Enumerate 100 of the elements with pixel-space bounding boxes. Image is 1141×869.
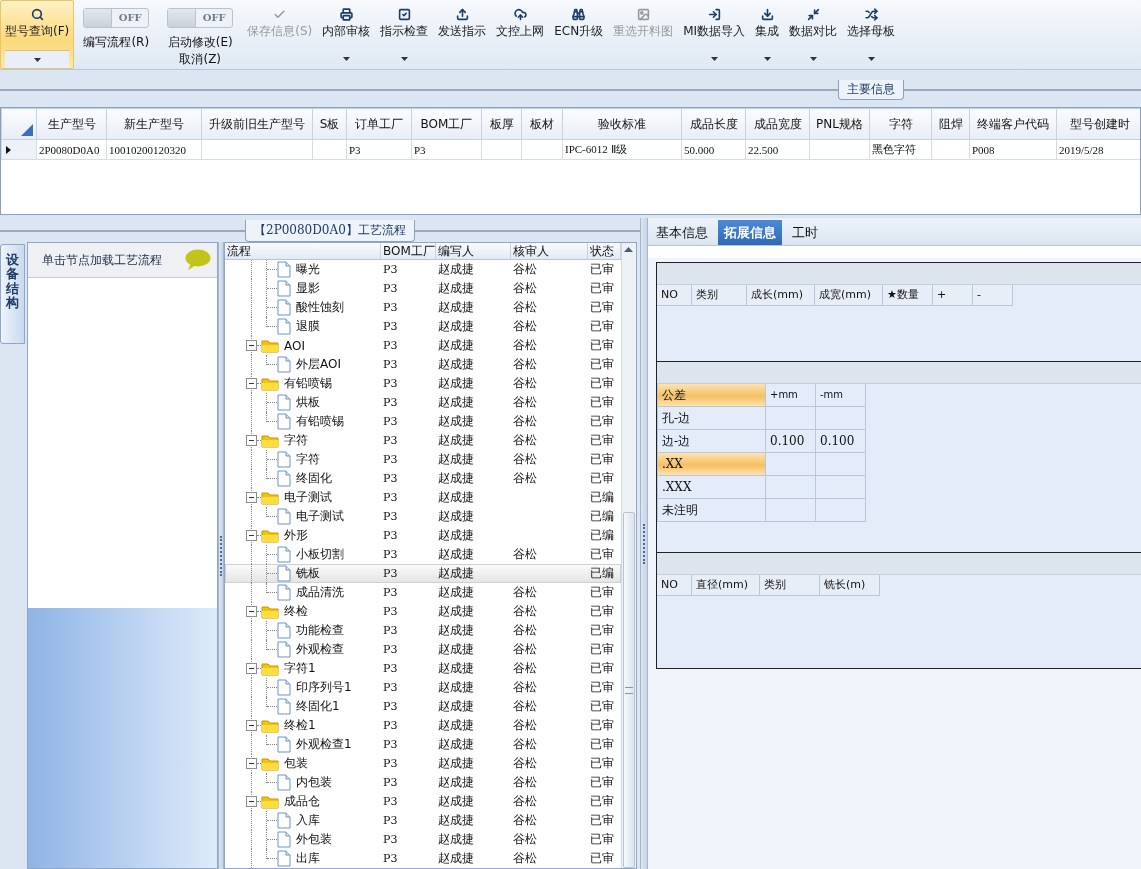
folder-icon bbox=[261, 490, 279, 505]
tree-row[interactable]: 字符 P3 赵成捷 谷松 已审 bbox=[225, 431, 621, 450]
tree-row[interactable]: 烘板 P3 赵成捷 谷松 已审 bbox=[225, 393, 621, 412]
collapse-icon[interactable] bbox=[246, 435, 257, 446]
tree-row[interactable]: 外观检查 P3 赵成捷 谷松 已审 bbox=[225, 640, 621, 659]
column-header[interactable]: 新生产型号 bbox=[106, 108, 202, 140]
tree-row[interactable]: 包装 P3 赵成捷 谷松 已审 bbox=[225, 754, 621, 773]
status-cell-text: 已审 bbox=[589, 394, 615, 411]
toggle-switch[interactable]: OFF bbox=[83, 8, 150, 28]
collapse-icon[interactable] bbox=[246, 530, 257, 541]
tree-row[interactable]: 成品清洗 P3 赵成捷 谷松 已审 bbox=[225, 583, 621, 602]
tolerance-label[interactable]: 边-边 bbox=[658, 430, 766, 453]
tolerance-label[interactable]: .XXX bbox=[658, 476, 766, 499]
tolerance-label[interactable]: 未注明 bbox=[658, 499, 766, 522]
tree-row[interactable]: 入库 P3 赵成捷 谷松 已审 bbox=[225, 811, 621, 830]
column-header[interactable]: PNL规格 bbox=[809, 108, 870, 140]
column-header[interactable]: 公差 bbox=[658, 384, 766, 407]
toolbar-button[interactable]: ECN升级 bbox=[549, 0, 609, 69]
tree-row[interactable]: 印序列号1 P3 赵成捷 谷松 已审 bbox=[225, 678, 621, 697]
collapse-icon[interactable] bbox=[246, 378, 257, 389]
column-header[interactable]: 型号创建时 bbox=[1056, 108, 1140, 140]
tree-row[interactable]: 显影 P3 赵成捷 谷松 已审 bbox=[225, 279, 621, 298]
tree-row[interactable]: 退膜 P3 赵成捷 谷松 已审 bbox=[225, 317, 621, 336]
column-header[interactable]: 板厚 bbox=[481, 108, 522, 140]
column-header[interactable]: 阻焊 bbox=[931, 108, 970, 140]
column-header[interactable]: 订单工厂 bbox=[346, 108, 412, 140]
toolbar-button[interactable]: 集成 bbox=[750, 0, 785, 69]
column-header[interactable]: +mm bbox=[766, 384, 816, 407]
column-header[interactable]: 生产型号 bbox=[36, 108, 107, 140]
column-header[interactable]: 字符 bbox=[869, 108, 932, 140]
column-header[interactable]: 成宽(mm) bbox=[815, 285, 883, 306]
column-header[interactable]: BOM工厂 bbox=[381, 243, 436, 259]
tree-row[interactable]: 有铅喷锡 P3 赵成捷 谷松 已审 bbox=[225, 412, 621, 431]
tree-row[interactable]: 出库 P3 赵成捷 谷松 已审 bbox=[225, 849, 621, 868]
column-header[interactable]: 成长(mm) bbox=[747, 285, 815, 306]
column-header[interactable]: 类别 bbox=[692, 285, 747, 306]
collapse-icon[interactable] bbox=[246, 492, 257, 503]
tree-row[interactable]: 终检1 P3 赵成捷 谷松 已审 bbox=[225, 716, 621, 735]
tree-row[interactable]: 外形 P3 赵成捷 已编 bbox=[225, 526, 621, 545]
reviewer-cell-text: 谷松 bbox=[512, 850, 538, 867]
toolbar-button[interactable]: MI数据导入 bbox=[678, 0, 751, 69]
tree-row[interactable]: 终固化1 P3 赵成捷 谷松 已审 bbox=[225, 697, 621, 716]
tree-row[interactable]: 有铅喷锡 P3 赵成捷 谷松 已审 bbox=[225, 374, 621, 393]
tree-row[interactable]: 铣板 P3 赵成捷 已编 bbox=[225, 564, 621, 583]
toolbar-button[interactable]: 型号查询(F) bbox=[0, 0, 75, 69]
column-header[interactable]: + bbox=[933, 285, 973, 306]
column-header[interactable]: 成品宽度 bbox=[745, 108, 810, 140]
toolbar-button[interactable]: 选择母板 bbox=[842, 0, 901, 69]
tree-row[interactable]: 字符 P3 赵成捷 谷松 已审 bbox=[225, 450, 621, 469]
column-header[interactable]: 类别 bbox=[760, 575, 820, 596]
column-header[interactable]: 验收标准 bbox=[562, 108, 682, 140]
tree-row[interactable]: 曝光 P3 赵成捷 谷松 已审 bbox=[225, 260, 621, 279]
column-header[interactable]: BOM工厂 bbox=[411, 108, 482, 140]
column-header[interactable]: 铣长(m) bbox=[820, 575, 880, 596]
tree-row[interactable]: 成品仓 P3 赵成捷 谷松 已审 bbox=[225, 792, 621, 811]
column-header[interactable]: 升级前旧生产型号 bbox=[201, 108, 313, 140]
tree-row[interactable]: 终固化 P3 赵成捷 谷松 已审 bbox=[225, 469, 621, 488]
side-tab[interactable]: 设备结构 bbox=[0, 244, 25, 344]
tree-row[interactable]: 字符1 P3 赵成捷 谷松 已审 bbox=[225, 659, 621, 678]
column-header[interactable]: - bbox=[973, 285, 1013, 306]
tree-row[interactable]: 功能检查 P3 赵成捷 谷松 已审 bbox=[225, 621, 621, 640]
document-icon bbox=[277, 299, 291, 316]
collapse-icon[interactable] bbox=[246, 758, 257, 769]
column-header[interactable]: 直径(mm) bbox=[692, 575, 760, 596]
tab[interactable]: 工时 bbox=[786, 220, 824, 245]
tree-row[interactable]: 外层AOI P3 赵成捷 谷松 已审 bbox=[225, 355, 621, 374]
column-header[interactable]: S板 bbox=[312, 108, 347, 140]
toolbar-button[interactable]: 发送指示 bbox=[433, 0, 492, 69]
tolerance-label[interactable]: .XX bbox=[658, 453, 766, 476]
toolbar-button[interactable]: 内部审核 bbox=[317, 0, 376, 69]
toolbar-button[interactable]: 数据对比 bbox=[784, 0, 843, 69]
collapse-icon[interactable] bbox=[246, 796, 257, 807]
column-header[interactable]: 成品长度 bbox=[681, 108, 746, 140]
tree-row[interactable]: 酸性蚀刻 P3 赵成捷 谷松 已审 bbox=[225, 298, 621, 317]
column-header[interactable]: -mm bbox=[816, 384, 866, 407]
column-header[interactable]: 流程 bbox=[225, 243, 381, 259]
tree-row[interactable]: 外观检查1 P3 赵成捷 谷松 已审 bbox=[225, 735, 621, 754]
column-header[interactable]: ★数量 bbox=[883, 285, 933, 306]
column-header[interactable]: 终端客户代码 bbox=[969, 108, 1057, 140]
column-header[interactable]: 板材 bbox=[521, 108, 563, 140]
column-header[interactable]: 核审人 bbox=[511, 243, 588, 259]
column-header[interactable]: NO bbox=[657, 285, 692, 306]
tree-row[interactable]: 终检 P3 赵成捷 谷松 已审 bbox=[225, 602, 621, 621]
collapse-icon[interactable] bbox=[246, 720, 257, 731]
tab[interactable]: 拓展信息 bbox=[718, 220, 782, 245]
tolerance-label[interactable]: 孔-边 bbox=[658, 407, 766, 430]
collapse-icon[interactable] bbox=[246, 340, 257, 351]
tree-row[interactable]: AOI P3 赵成捷 谷松 已审 bbox=[225, 336, 621, 355]
tree-row[interactable]: 内包装 P3 赵成捷 谷松 已审 bbox=[225, 773, 621, 792]
tree-row[interactable]: 外包装 P3 赵成捷 谷松 已审 bbox=[225, 830, 621, 849]
collapse-icon[interactable] bbox=[246, 663, 257, 674]
column-header[interactable]: NO bbox=[657, 575, 692, 596]
toggle-switch[interactable]: OFF bbox=[167, 8, 234, 28]
toolbar-button[interactable]: 文控上网 bbox=[491, 0, 550, 69]
toolbar-button[interactable]: 指示检查 bbox=[375, 0, 434, 69]
tree-row[interactable]: 电子测试 P3 赵成捷 已编 bbox=[225, 488, 621, 507]
tab[interactable]: 基本信息 bbox=[650, 220, 714, 245]
collapse-icon[interactable] bbox=[246, 606, 257, 617]
tree-row[interactable]: 电子测试 P3 赵成捷 已编 bbox=[225, 507, 621, 526]
column-header[interactable]: 编写人 bbox=[436, 243, 511, 259]
